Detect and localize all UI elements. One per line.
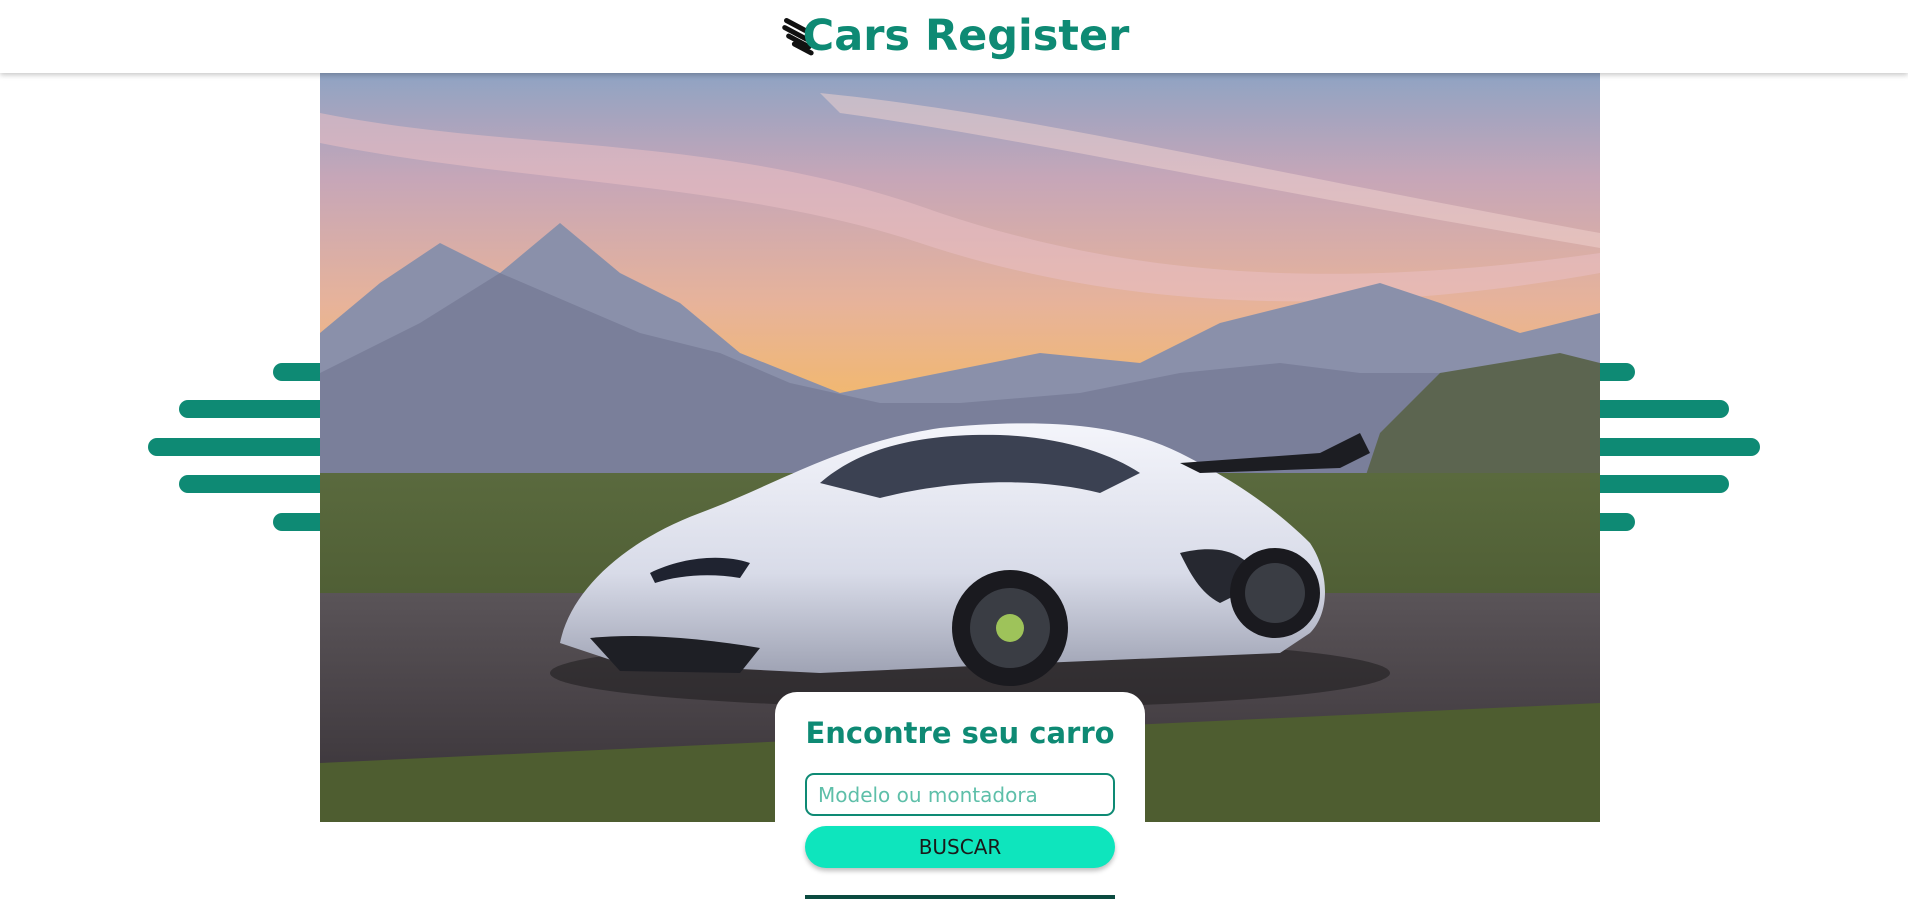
card-divider (805, 895, 1115, 899)
brand-logo[interactable]: Cars Register (779, 11, 1130, 62)
search-input[interactable] (805, 773, 1115, 816)
decorative-speed-lines-left (140, 363, 340, 533)
search-card: Encontre seu carro BUSCAR (775, 692, 1145, 922)
search-button[interactable]: BUSCAR (805, 826, 1115, 868)
site-header: Cars Register (0, 0, 1908, 73)
search-card-title: Encontre seu carro (805, 716, 1115, 750)
site-title: Cars Register (802, 11, 1130, 61)
